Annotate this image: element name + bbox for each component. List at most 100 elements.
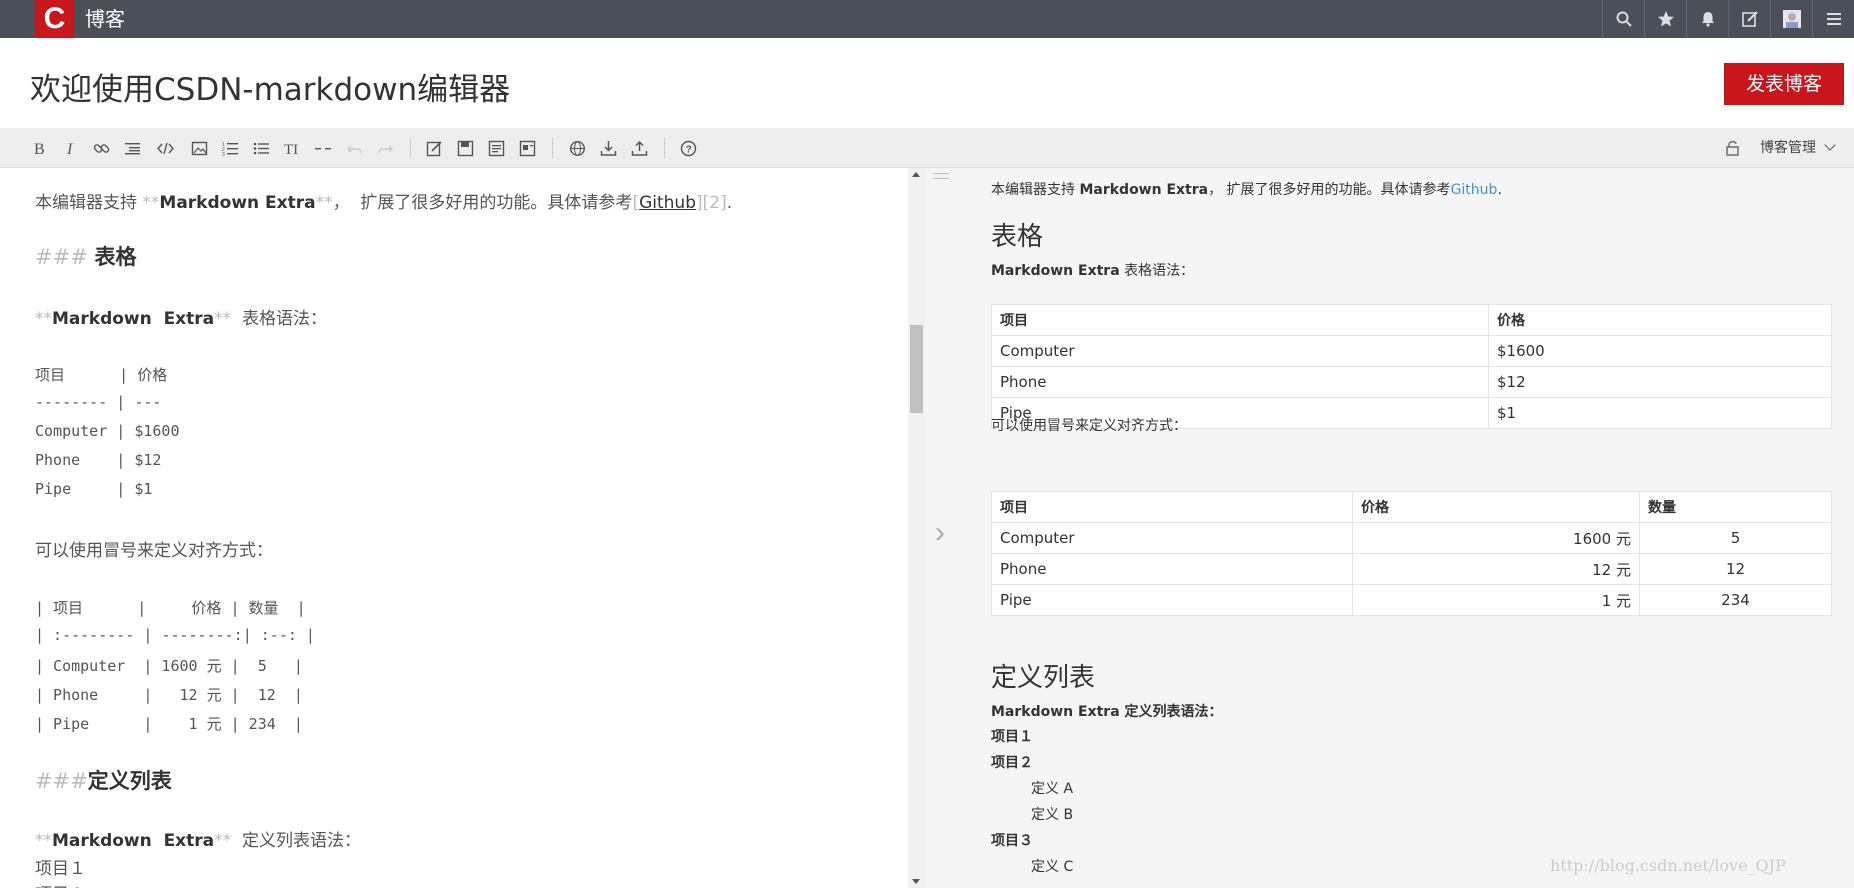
deflist-term: 项目２ bbox=[991, 755, 1033, 771]
new-doc-icon[interactable] bbox=[424, 138, 444, 158]
preview-table-syntax: Markdown Extra 表格语法： bbox=[991, 263, 1195, 279]
editor-code-line: | Computer | 1600 元 | 5 | bbox=[35, 657, 303, 675]
title-bar: 欢迎使用CSDN-markdown编辑器 发表博客 bbox=[0, 38, 1854, 128]
table-row: Phone 12 元 12 bbox=[991, 553, 1832, 585]
editor-intro-line: 本编辑器支持 **Markdown Extra**， 扩展了很多好用的功能。具体… bbox=[35, 193, 733, 213]
table-header-cell: 数量 bbox=[1639, 491, 1832, 523]
editor-align-line: 可以使用冒号来定义对齐方式： bbox=[35, 541, 273, 561]
table-row: Computer 1600 元5 bbox=[991, 522, 1832, 554]
github-link[interactable]: Github bbox=[1451, 182, 1498, 198]
editor-text-line: 项目２ bbox=[35, 880, 86, 888]
table-cell: 1600 元 bbox=[1352, 522, 1640, 554]
italic-icon[interactable]: I bbox=[60, 138, 80, 158]
table-header-cell: 价格 bbox=[1352, 491, 1640, 523]
editor-code-line: | Phone | 12 元 | 12 | bbox=[35, 686, 303, 704]
table-cell: 1 元 bbox=[1352, 584, 1640, 616]
edit-icon[interactable] bbox=[1728, 0, 1770, 38]
editor-code-line: 项目 | 价格 bbox=[35, 366, 168, 384]
preview-table-2: 项目 价格 数量 Computer 1600 元5 Phone 12 元 12 Pip… bbox=[991, 491, 1832, 616]
drag-grip-icon[interactable] bbox=[933, 173, 949, 179]
svg-text:3: 3 bbox=[222, 152, 225, 157]
editor-toolbar: B I 123 TI ? 博客管理 bbox=[0, 128, 1854, 168]
upload-icon[interactable] bbox=[629, 138, 649, 158]
editor-code-line: Pipe | $1 bbox=[35, 480, 153, 498]
scroll-up-arrow-icon[interactable] bbox=[912, 172, 920, 177]
document-title-input[interactable]: 欢迎使用CSDN-markdown编辑器 bbox=[30, 64, 510, 109]
template-icon[interactable] bbox=[486, 138, 506, 158]
editor-code-line: | Pipe | 1 元 | 234 | bbox=[35, 715, 303, 733]
ordered-list-icon[interactable]: 123 bbox=[220, 138, 240, 158]
preview-pane: › 本编辑器支持 Markdown Extra， 扩展了很多好用的功能。具体请参… bbox=[925, 168, 1854, 888]
bold-icon[interactable]: B bbox=[29, 138, 49, 158]
deflist-definition: 定义 C bbox=[1031, 859, 1074, 875]
blog-manage-dropdown[interactable]: 博客管理 bbox=[1760, 128, 1837, 168]
top-nav-bar: C 博客 bbox=[0, 0, 1854, 38]
table-cell: Phone bbox=[991, 366, 1489, 398]
brand-label[interactable]: 博客 bbox=[85, 0, 125, 38]
table-header-cell: 项目 bbox=[991, 491, 1353, 523]
settings-doc-icon[interactable] bbox=[517, 138, 537, 158]
table-cell: $12 bbox=[1488, 366, 1832, 398]
heading-icon[interactable]: TI bbox=[282, 138, 302, 158]
deflist-definition: 定义 A bbox=[1031, 781, 1074, 797]
table-row: Computer $1600 bbox=[991, 335, 1832, 367]
editor-code-line: | 项目 | 价格 | 数量 | bbox=[35, 599, 306, 617]
table-cell: $1 bbox=[1488, 397, 1832, 429]
preview-heading-deflist: 定义列表 bbox=[991, 663, 1096, 693]
menu-icon[interactable] bbox=[1812, 0, 1854, 38]
editor-deflist-syntax-line: **Markdown Extra** 定义列表语法： bbox=[35, 831, 361, 851]
svg-text:B: B bbox=[34, 141, 45, 157]
editor-text-line: 项目１ bbox=[35, 859, 86, 879]
deflist-definition: 定义 B bbox=[1031, 807, 1074, 823]
editor-scrollbar[interactable] bbox=[908, 168, 925, 888]
link-icon[interactable] bbox=[91, 138, 111, 158]
scroll-down-arrow-icon[interactable] bbox=[912, 879, 920, 884]
undo-icon[interactable] bbox=[344, 138, 364, 158]
markdown-editor[interactable]: 本编辑器支持 **Markdown Extra**， 扩展了很多好用的功能。具体… bbox=[0, 168, 908, 888]
bell-icon[interactable] bbox=[1686, 0, 1728, 38]
horizontal-rule-icon[interactable] bbox=[313, 138, 333, 158]
table-header-row: 项目 价格 数量 bbox=[991, 491, 1832, 523]
toolbar-separator bbox=[410, 138, 411, 158]
toolbar-separator bbox=[664, 138, 665, 158]
table-cell: Computer bbox=[991, 335, 1489, 367]
table-cell: Phone bbox=[991, 553, 1353, 585]
unordered-list-icon[interactable] bbox=[251, 138, 271, 158]
download-icon[interactable] bbox=[598, 138, 618, 158]
table-row: Phone $12 bbox=[991, 366, 1832, 398]
editor-code-line: | :-------- | --------:| :--: | bbox=[35, 626, 315, 644]
preview-intro: 本编辑器支持 Markdown Extra， 扩展了很多好用的功能。具体请参考G… bbox=[991, 182, 1502, 198]
table-cell: Pipe bbox=[991, 584, 1353, 616]
preview-align-text: 可以使用冒号来定义对齐方式： bbox=[991, 418, 1187, 434]
editor-table-syntax-line: **Markdown Extra** 表格语法： bbox=[35, 309, 327, 329]
preview-heading-table: 表格 bbox=[991, 222, 1044, 252]
preview-table-1: 项目 价格 Computer $1600 Phone $12 Pipe $1 bbox=[991, 304, 1832, 429]
table-row: Pipe 1 元 234 bbox=[991, 584, 1832, 616]
blog-manage-label: 博客管理 bbox=[1760, 140, 1816, 156]
code-icon[interactable] bbox=[155, 138, 175, 158]
help-icon[interactable]: ? bbox=[678, 138, 698, 158]
svg-text:?: ? bbox=[685, 144, 691, 155]
editor-heading-table: ### 表格 bbox=[35, 245, 137, 269]
chevron-down-icon bbox=[1824, 139, 1837, 151]
editor-code-line: -------- | --- bbox=[35, 393, 162, 411]
table-cell: 12 元 bbox=[1352, 553, 1640, 585]
globe-icon[interactable] bbox=[567, 138, 587, 158]
save-icon[interactable] bbox=[455, 138, 475, 158]
lock-icon[interactable] bbox=[1724, 139, 1741, 162]
star-icon[interactable] bbox=[1644, 0, 1686, 38]
image-icon[interactable] bbox=[189, 138, 209, 158]
table-cell: 5 bbox=[1639, 522, 1832, 554]
top-icons bbox=[1602, 0, 1854, 38]
deflist-term: 项目１ bbox=[991, 729, 1033, 745]
collapse-preview-icon[interactable]: › bbox=[935, 516, 945, 550]
csdn-logo[interactable]: C bbox=[35, 0, 74, 38]
redo-icon[interactable] bbox=[375, 138, 395, 158]
avatar[interactable] bbox=[1770, 0, 1812, 38]
scrollbar-thumb[interactable] bbox=[910, 325, 923, 413]
table-cell: 12 bbox=[1639, 553, 1832, 585]
quote-icon[interactable] bbox=[122, 138, 142, 158]
publish-button[interactable]: 发表博客 bbox=[1724, 63, 1844, 105]
table-cell: 234 bbox=[1639, 584, 1832, 616]
search-icon[interactable] bbox=[1602, 0, 1644, 38]
